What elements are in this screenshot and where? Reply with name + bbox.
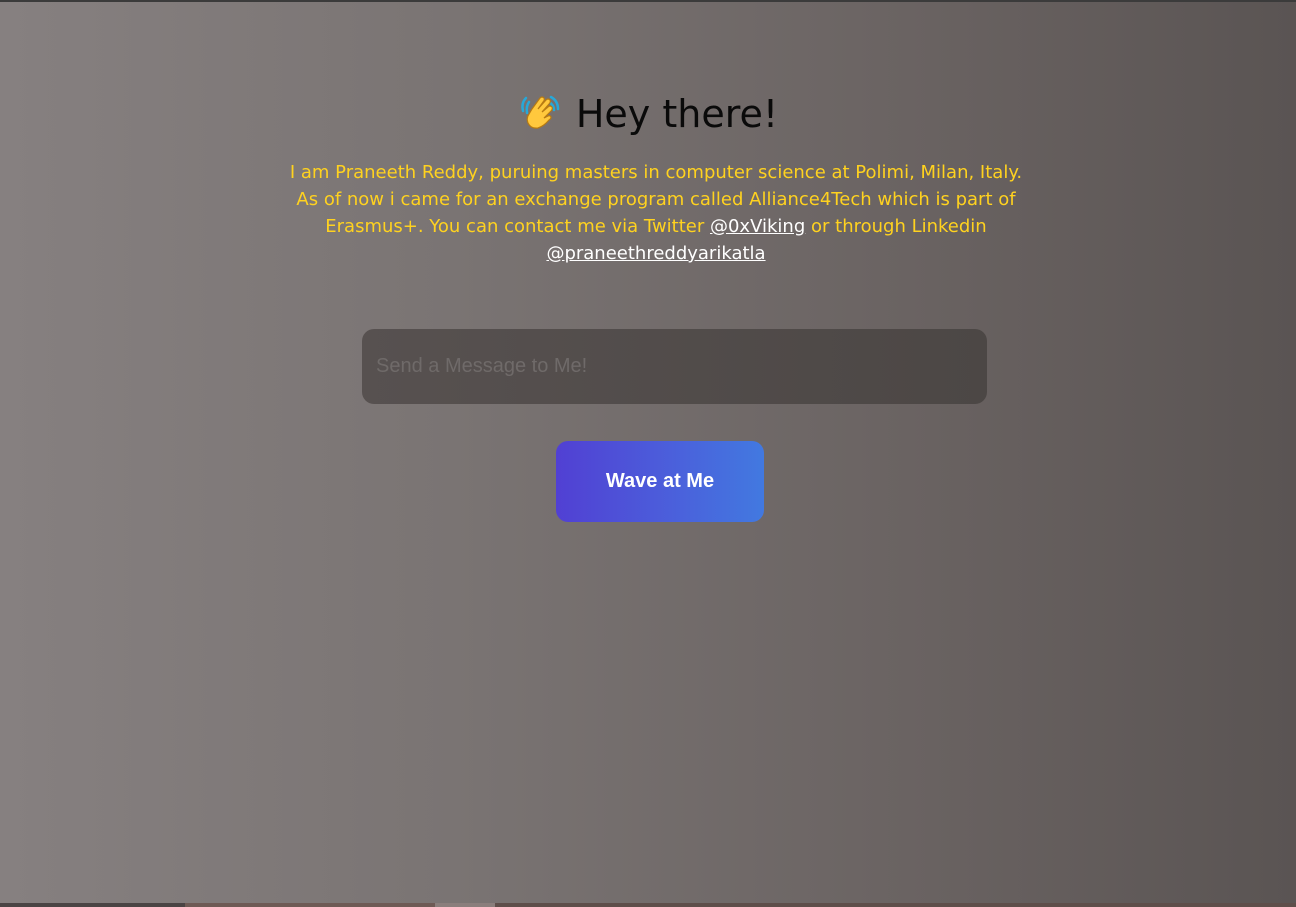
wave-button[interactable]: Wave at Me bbox=[556, 441, 764, 522]
waving-hand-icon bbox=[518, 89, 562, 133]
greeting-header: Hey there! bbox=[0, 86, 1296, 142]
bio-paragraph: I am Praneeth Reddy, puruing masters in … bbox=[284, 159, 1028, 267]
bio-text-middle: or through Linkedin bbox=[805, 216, 987, 237]
page-title: Hey there! bbox=[575, 92, 779, 136]
bottom-taskbar-strip bbox=[0, 903, 1296, 907]
twitter-link[interactable]: @0xViking bbox=[710, 216, 805, 237]
message-input[interactable] bbox=[362, 329, 987, 404]
linkedin-link[interactable]: @praneethreddyarikatla bbox=[546, 243, 765, 264]
page-background: Hey there! I am Praneeth Reddy, puruing … bbox=[0, 2, 1296, 903]
